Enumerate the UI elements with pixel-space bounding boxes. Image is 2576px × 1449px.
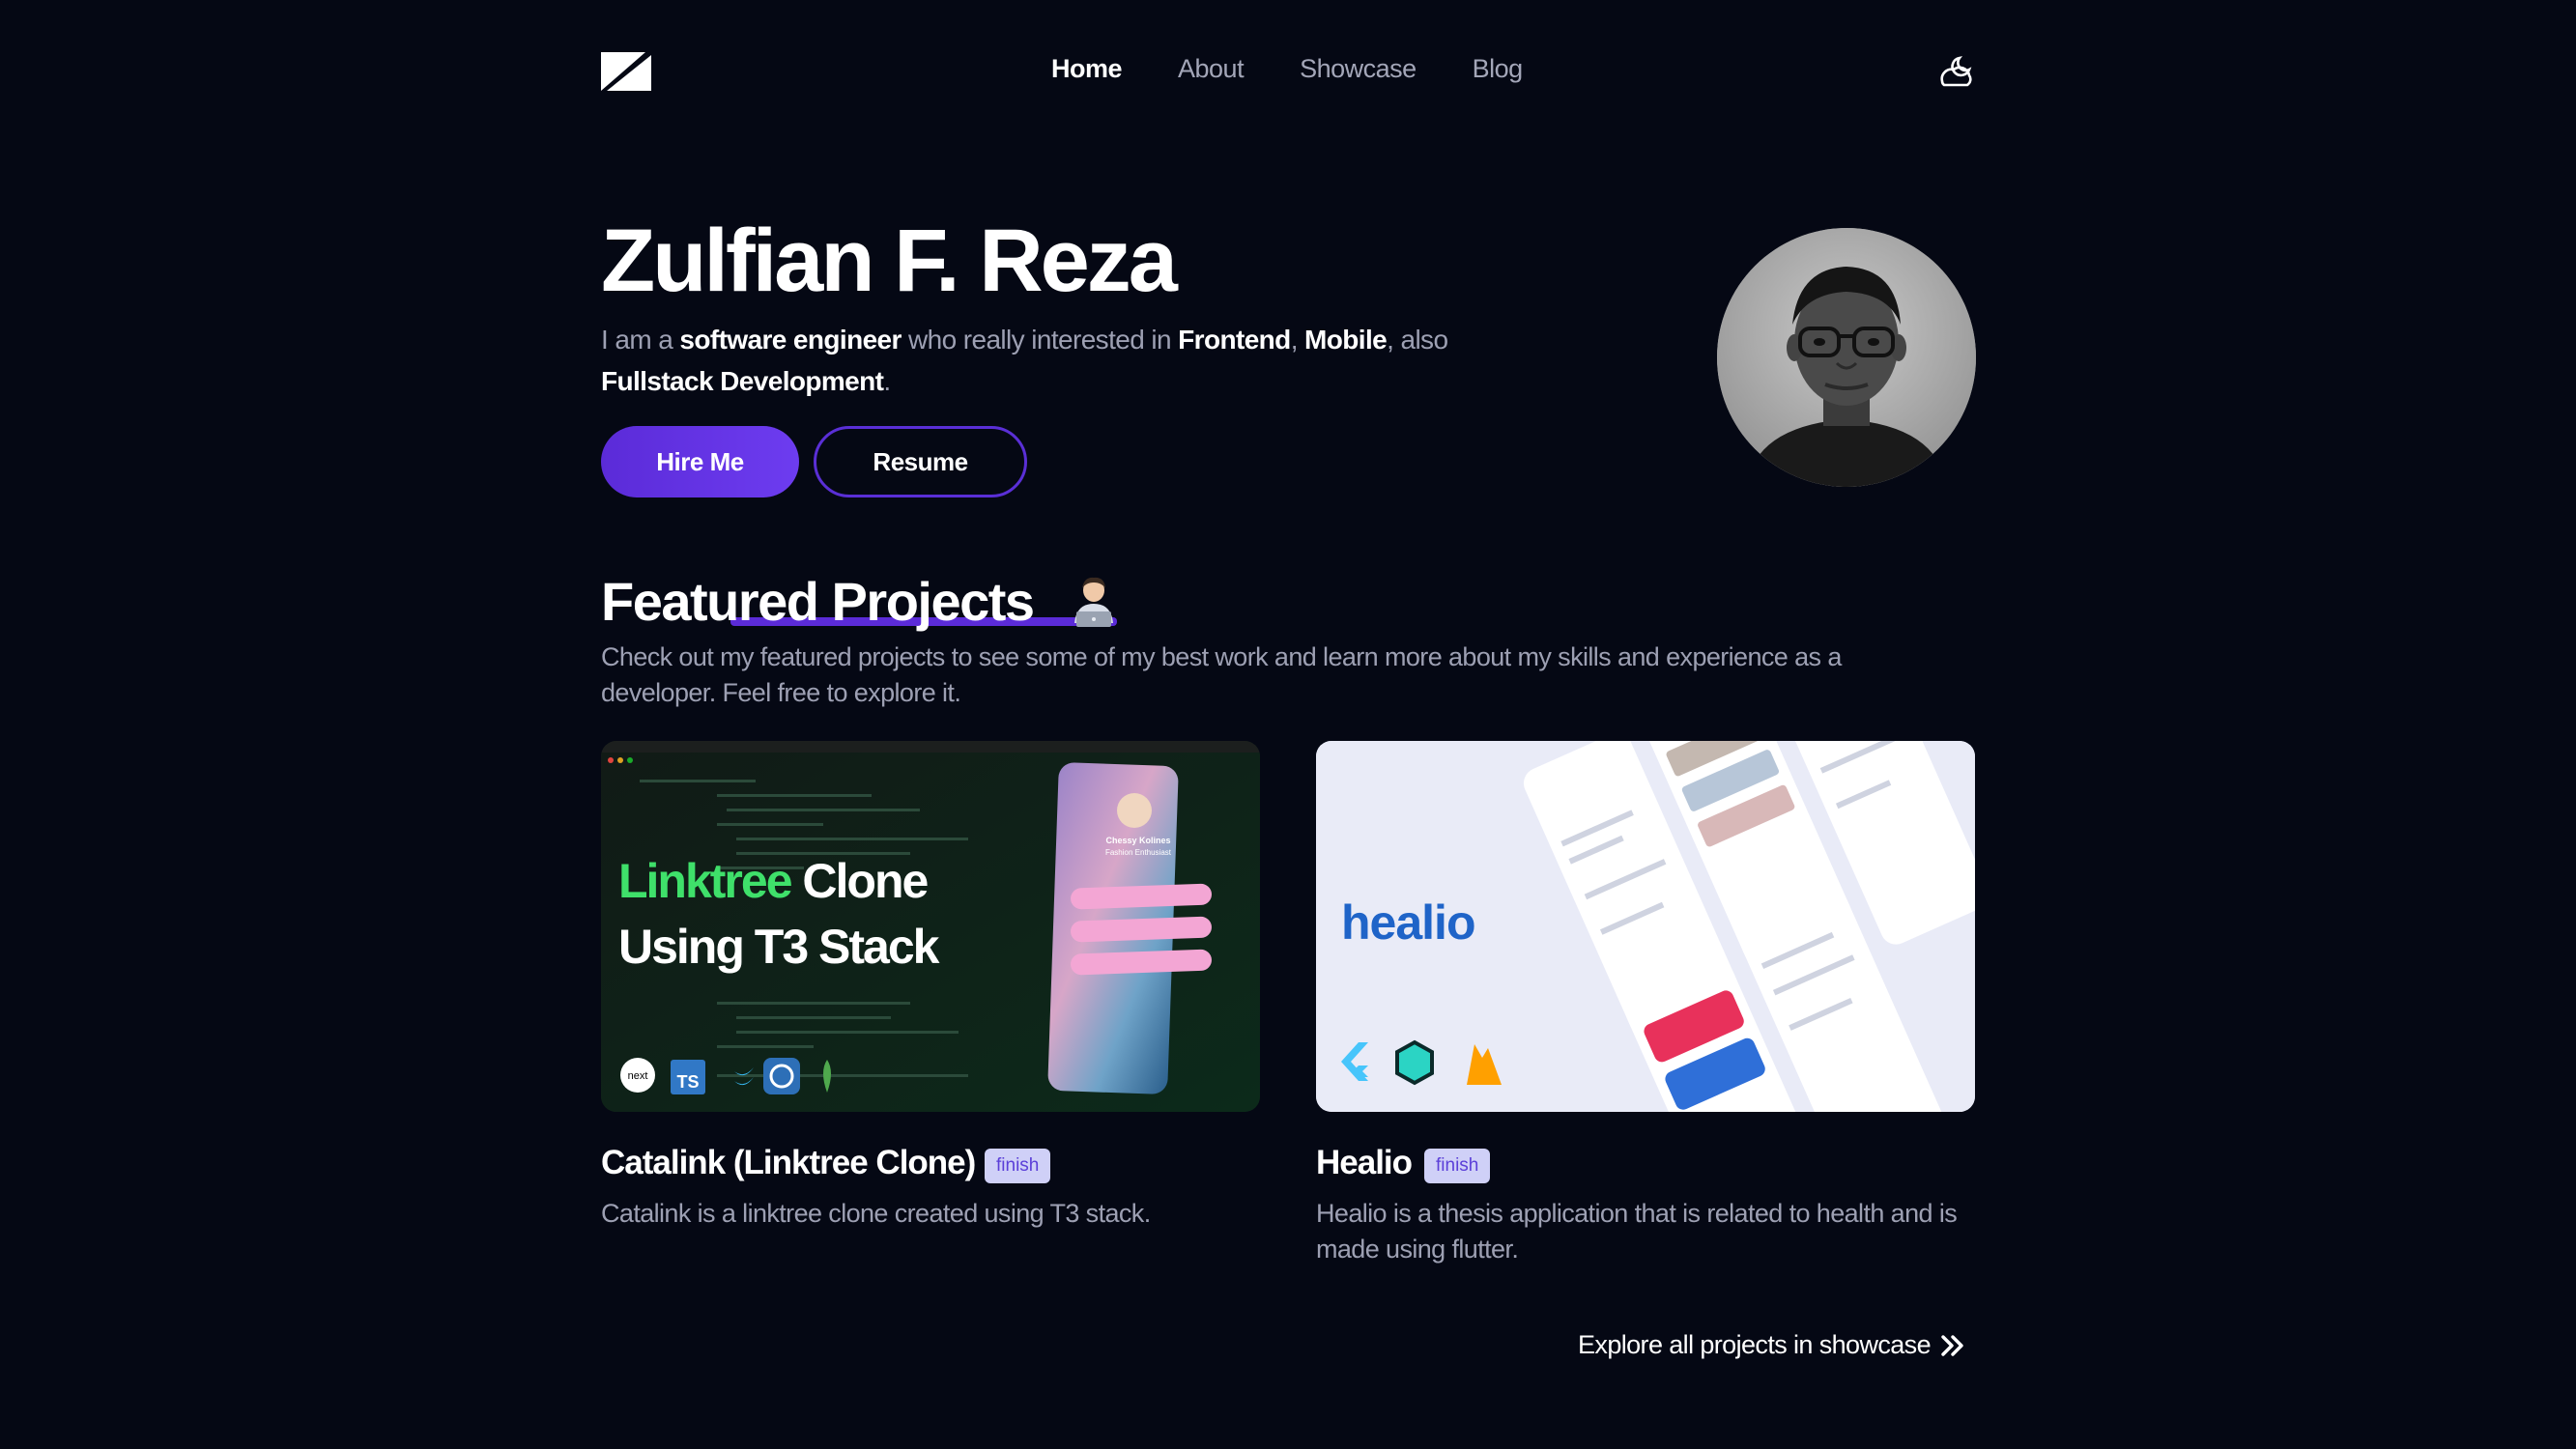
hero-desc-highlight: Fullstack Development	[601, 366, 884, 396]
status-badge: finish	[1424, 1149, 1491, 1183]
nav-home[interactable]: Home	[1051, 54, 1123, 84]
healio-thumbnail-art: healio	[1316, 741, 1975, 1112]
prisma-icon	[763, 1058, 800, 1094]
top-nav: Home About Showcase Blog	[601, 50, 1975, 93]
logo-icon[interactable]	[601, 52, 651, 91]
phone-name: Chessy Kolines	[1105, 836, 1170, 845]
project-description-catalink: Catalink is a linktree clone created usi…	[601, 1199, 1151, 1228]
catalink-thumbnail-art: Chessy Kolines Fashion Enthusiast Linktr…	[601, 741, 1260, 1112]
svg-text:Linktree Clone: Linktree Clone	[618, 854, 928, 908]
nav-showcase[interactable]: Showcase	[1300, 54, 1417, 84]
nav-links: Home About Showcase Blog	[1051, 54, 1523, 84]
featured-title: Featured Projects	[601, 571, 1035, 632]
hero-desc-text: I am a	[601, 325, 680, 355]
phone-subtitle: Fashion Enthusiast	[1105, 848, 1172, 857]
healio-brand: healio	[1341, 895, 1474, 950]
page: Home About Showcase Blog Zulfian F. Reza…	[0, 0, 2576, 1449]
project-title-healio[interactable]: Healio	[1316, 1144, 1413, 1182]
hero-desc-text: .	[883, 366, 891, 396]
hero-name: Zulfian F. Reza	[601, 212, 1178, 310]
project-thumbnail-catalink[interactable]: Chessy Kolines Fashion Enthusiast Linktr…	[601, 741, 1260, 1112]
chevrons-right-icon	[1941, 1334, 1963, 1356]
nav-blog[interactable]: Blog	[1473, 54, 1524, 84]
project-description-healio: Healio is a thesis application that is r…	[1316, 1199, 1958, 1264]
hero-desc-text: who really interested in	[901, 325, 1179, 355]
avatar-portrait	[1717, 228, 1976, 487]
theme-toggle-icon[interactable]	[1936, 52, 1975, 91]
project-title-catalink[interactable]: Catalink (Linktree Clone)	[601, 1144, 976, 1182]
hero-desc-text: ,	[1290, 325, 1305, 355]
resume-button[interactable]: Resume	[814, 426, 1027, 497]
hero-desc-text: , also	[1387, 325, 1448, 355]
thumb-subtitle: Using T3 Stack	[618, 920, 940, 974]
thumb-linktree: Linktree	[618, 854, 792, 908]
status-badge: finish	[985, 1149, 1051, 1183]
hero-desc-highlight: Mobile	[1304, 325, 1388, 355]
hero-desc-highlight: Frontend	[1178, 325, 1291, 355]
next-icon-label: next	[628, 1070, 648, 1082]
hire-me-button[interactable]: Hire Me	[601, 426, 799, 497]
hero-description: I am a software engineer who really inte…	[601, 319, 1529, 402]
explore-showcase-link[interactable]: Explore all projects in showcase	[1578, 1330, 1967, 1360]
featured-description: Check out my featured projects to see so…	[601, 642, 1842, 707]
typescript-icon-label: TS	[676, 1072, 699, 1092]
thumb-clone: Clone	[791, 854, 929, 908]
avatar	[1717, 228, 1976, 487]
hero-desc-highlight: software engineer	[679, 325, 902, 355]
project-thumbnail-healio[interactable]: healio	[1316, 741, 1975, 1112]
nav-about[interactable]: About	[1178, 54, 1245, 84]
technologist-emoji-icon	[1074, 577, 1113, 627]
explore-label: Explore all projects in showcase	[1578, 1330, 1932, 1359]
hive-icon	[1395, 1039, 1434, 1086]
